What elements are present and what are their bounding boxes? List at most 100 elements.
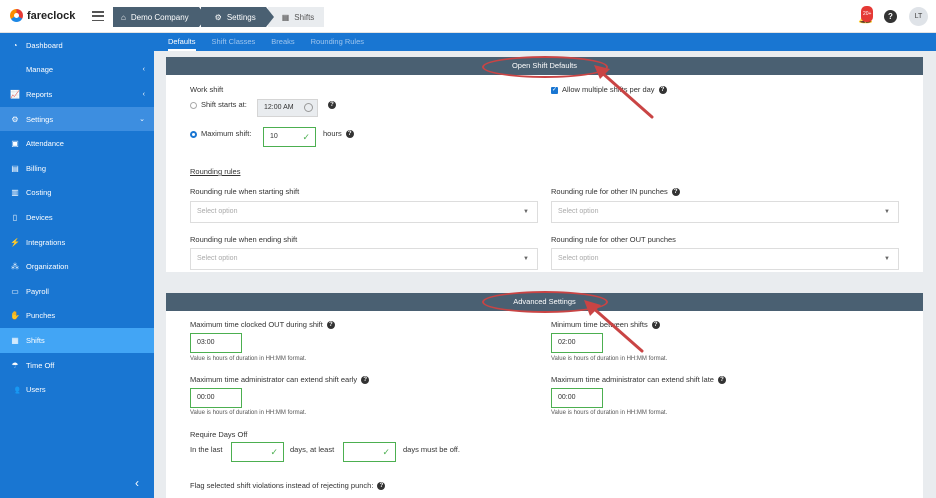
sidebar-item-label: Billing	[26, 163, 47, 173]
checkmark-icon: ✓	[270, 447, 278, 457]
select-placeholder: Select option	[197, 255, 238, 262]
days-off-input[interactable]: ✓	[343, 442, 396, 462]
sidebar-item-integrations[interactable]: ⚡ Integrations	[0, 230, 154, 255]
extend-early-input[interactable]: 00:00	[190, 388, 242, 408]
input-value: 02:00	[558, 339, 576, 346]
checkbox-checked-icon[interactable]: ✓	[551, 86, 558, 94]
in-the-last-label: In the last	[190, 445, 223, 454]
sidebar-item-billing[interactable]: ▤ Billing	[0, 156, 154, 181]
sidebar-item-settings[interactable]: ⚙ Settings ⌄	[0, 106, 154, 132]
sidebar-item-attendance[interactable]: ▣ Attendance	[0, 131, 154, 156]
dashboard-icon: ◔	[12, 40, 18, 50]
input-value: 10	[270, 133, 278, 140]
sidebar-item-manage[interactable]: 👤 Manage ‹	[0, 58, 154, 83]
breadcrumb: ⌂ Demo Company ⚙ Settings ▦ Shifts	[113, 7, 326, 27]
costing-icon: ▥	[11, 188, 19, 198]
days-must-be-off-label: days must be off.	[403, 445, 460, 454]
sidebar-item-organization[interactable]: ⁂ Organization	[0, 254, 154, 279]
billing-icon: ▤	[11, 163, 19, 173]
sidebar-item-shifts[interactable]: ▦ Shifts	[0, 328, 154, 353]
sidebar-item-reports[interactable]: 📈 Reports ‹	[0, 82, 154, 107]
annotation-arrow	[594, 65, 654, 119]
input-value: 03:00	[197, 339, 215, 346]
shift-starts-at-option[interactable]: Shift starts at:	[190, 100, 247, 109]
sidebar-item-devices[interactable]: ▯ Devices	[0, 205, 154, 230]
breadcrumb-shifts: ▦ Shifts	[267, 7, 325, 27]
breadcrumb-settings[interactable]: ⚙ Settings	[200, 7, 274, 27]
sidebar-item-payroll[interactable]: ▭ Payroll	[0, 279, 154, 304]
max-out-input[interactable]: 03:00	[190, 333, 242, 353]
input-value: 00:00	[558, 394, 576, 401]
advanced-settings-panel: Advanced Settings Maximum time clocked O…	[166, 293, 923, 498]
gear-icon: ⚙	[11, 114, 19, 124]
maximum-shift-input[interactable]: 10 ✓	[263, 127, 316, 147]
maximum-shift-option[interactable]: Maximum shift:	[190, 129, 251, 138]
plug-icon: ⚡	[10, 237, 20, 247]
menu-toggle-icon[interactable]	[92, 11, 104, 21]
round-out-select[interactable]: Select option ▼	[551, 248, 899, 270]
days-window-input[interactable]: ✓	[231, 442, 284, 462]
hint-text: Value is hours of duration in HH:MM form…	[190, 356, 307, 362]
calendar-icon: ▦	[281, 12, 290, 22]
users-icon: 👥	[10, 385, 20, 395]
max-out-label: Maximum time clocked OUT during shift?	[190, 320, 335, 330]
round-in-label: Rounding rule for other IN punches?	[551, 187, 680, 197]
breadcrumb-label: Settings	[226, 12, 256, 22]
breadcrumb-label: Demo Company	[130, 12, 189, 22]
collapse-sidebar-icon[interactable]: ‹	[135, 476, 139, 490]
help-icon[interactable]: ?	[717, 376, 726, 385]
sidebar-item-time-off[interactable]: ☂ Time Off	[0, 353, 154, 378]
radio-button-selected[interactable]	[190, 130, 197, 138]
hint-text: Value is hours of duration in HH:MM form…	[551, 356, 668, 362]
radio-button[interactable]	[190, 101, 197, 109]
help-icon[interactable]: ?	[361, 376, 370, 385]
round-start-select[interactable]: Select option ▼	[190, 201, 538, 223]
help-icon[interactable]: ?	[328, 101, 336, 109]
gear-icon: ⚙	[214, 12, 222, 22]
breadcrumb-company[interactable]: ⌂ Demo Company	[113, 7, 207, 27]
sidebar-item-label: Reports	[26, 89, 53, 99]
avatar[interactable]: LT	[909, 7, 928, 26]
tab-defaults[interactable]: Defaults	[168, 33, 196, 51]
help-icon[interactable]: ?	[377, 482, 386, 491]
sidebar-item-users[interactable]: 👥 Users	[0, 377, 154, 402]
checkmark-icon: ✓	[302, 132, 310, 142]
help-icon[interactable]: ?	[326, 321, 335, 330]
tab-shift-classes[interactable]: Shift Classes	[212, 33, 256, 51]
sidebar-item-label: Payroll	[26, 286, 49, 296]
rounding-rules-heading: Rounding rules	[190, 167, 241, 176]
sidebar-item-dashboard[interactable]: ◔ Dashboard	[0, 33, 154, 58]
punch-icon: ✋	[10, 311, 20, 321]
round-out-label: Rounding rule for other OUT punches	[551, 235, 676, 244]
round-end-select[interactable]: Select option ▼	[190, 248, 538, 270]
checkmark-icon: ✓	[382, 447, 390, 457]
app-name: fareclock	[27, 9, 76, 22]
dropdown-arrow-icon: ▼	[523, 256, 529, 262]
shift-start-time-input[interactable]: 12:00 AM	[257, 99, 318, 117]
sidebar-item-label: Dashboard	[26, 40, 63, 50]
notification-badge: 20+	[861, 5, 874, 22]
require-days-off-label: Require Days Off	[190, 430, 248, 439]
sidebar-item-punches[interactable]: ✋ Punches	[0, 304, 154, 329]
help-icon[interactable]: ?	[884, 10, 897, 23]
notification-bell-icon[interactable]: 🔔20+	[858, 5, 874, 24]
select-placeholder: Select option	[558, 255, 599, 262]
extend-late-input[interactable]: 00:00	[551, 388, 603, 408]
dropdown-arrow-icon: ▼	[884, 256, 890, 262]
sidebar-item-label: Devices	[26, 212, 53, 222]
tab-rounding-rules[interactable]: Rounding Rules	[311, 33, 364, 51]
tab-breaks[interactable]: Breaks	[271, 33, 294, 51]
sidebar-item-label: Manage	[26, 65, 54, 75]
work-shift-label: Work shift	[190, 85, 224, 94]
sidebar-item-costing[interactable]: ▥ Costing	[0, 181, 154, 206]
sidebar: ◔ Dashboard 👤 Manage ‹ 📈 Reports ‹ ⚙ Settings ⌄…	[0, 33, 154, 498]
hint-text: Value is hours of duration in HH:MM form…	[551, 410, 668, 416]
clock-icon	[304, 103, 313, 112]
device-icon: ▯	[12, 212, 18, 222]
help-icon[interactable]: ?	[671, 188, 680, 197]
logo[interactable]: fareclock	[10, 9, 75, 22]
round-in-select[interactable]: Select option ▼	[551, 201, 899, 223]
payroll-icon: ▭	[11, 286, 19, 296]
help-icon[interactable]: ?	[345, 130, 354, 139]
chevron-left-icon: ‹	[142, 90, 145, 98]
